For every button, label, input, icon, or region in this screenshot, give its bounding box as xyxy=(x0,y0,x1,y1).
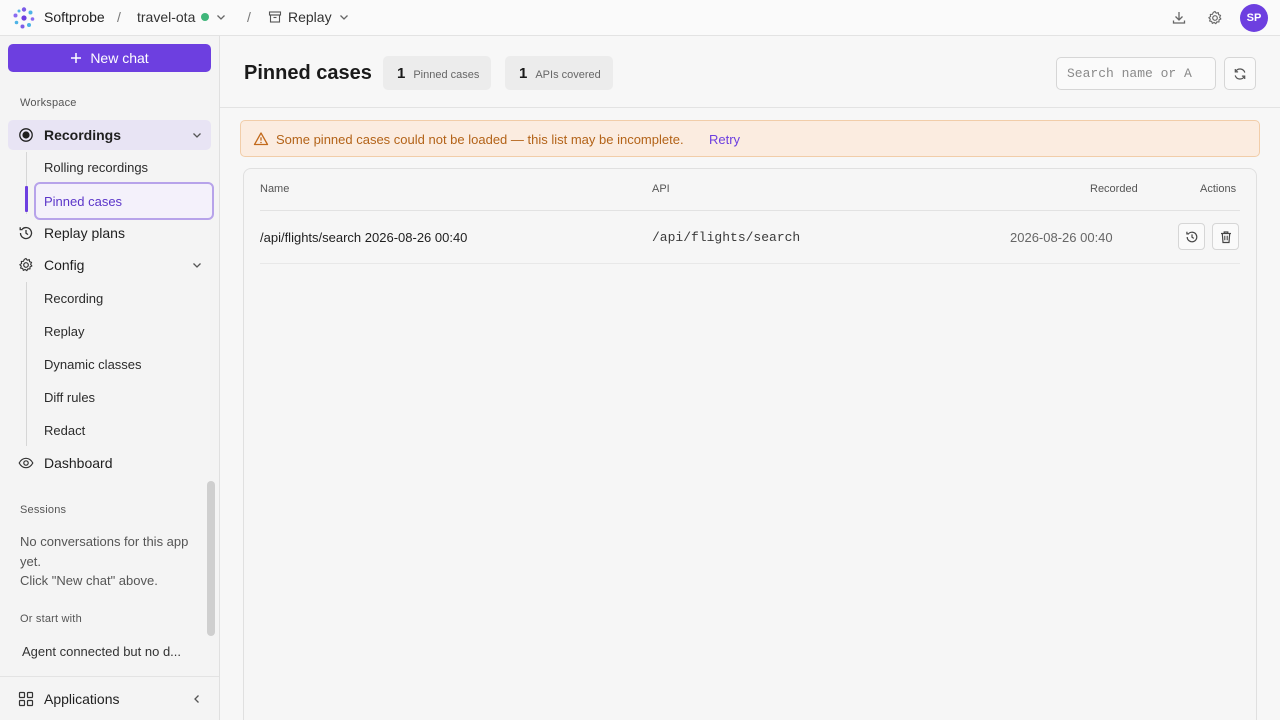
top-bar: Softprobe / travel-ota / Replay SP xyxy=(0,0,1280,36)
app-status-dot xyxy=(201,13,210,21)
stat-value: 1 xyxy=(519,64,528,82)
sidebar-item-label: Replay plans xyxy=(44,225,125,241)
sidebar-item-label: Config xyxy=(44,257,85,273)
case-api: /api/flights/search xyxy=(652,230,801,245)
sidebar-item-redact[interactable]: Redact xyxy=(34,412,214,448)
settings-button[interactable] xyxy=(1204,7,1226,29)
sidebar-item-config-replay[interactable]: Replay xyxy=(34,313,214,349)
sidebar-item-label: Dashboard xyxy=(44,455,113,471)
search-input[interactable] xyxy=(1056,57,1216,90)
chevron-down-icon xyxy=(193,263,201,268)
new-chat-button[interactable]: New chat xyxy=(8,44,211,72)
divider xyxy=(260,210,1240,211)
gear-icon xyxy=(19,257,33,272)
column-header-api[interactable]: API xyxy=(652,183,670,195)
page-header: Pinned cases 1 Pinned cases 1 APIs cover… xyxy=(220,36,1280,108)
column-header-actions: Actions xyxy=(1200,183,1237,195)
sidebar-item-pinned-cases[interactable]: Pinned cases xyxy=(34,182,214,220)
eye-icon xyxy=(18,457,34,469)
sidebar-item-config-recording[interactable]: Recording xyxy=(34,280,214,316)
stat-pinned-cases: 1 Pinned cases xyxy=(383,56,492,90)
case-recorded: 2026-08-26 00:40 xyxy=(1010,230,1113,245)
pinned-cases-table: Name API Recorded Actions /api/flights/s… xyxy=(243,168,1257,720)
archive-icon xyxy=(268,11,282,23)
refresh-icon xyxy=(1234,67,1246,80)
sessions-empty-message: No conversations for this app yet. Click… xyxy=(20,532,195,591)
sidebar-item-dashboard[interactable]: Dashboard xyxy=(8,448,211,478)
new-chat-label: New chat xyxy=(90,50,149,66)
brand-name: Softprobe xyxy=(44,9,105,25)
chevron-down-icon xyxy=(339,15,348,20)
divider xyxy=(260,263,1240,264)
chevron-down-icon xyxy=(193,133,201,138)
column-header-name[interactable]: Name xyxy=(260,183,289,195)
sidebar-item-replay-plans[interactable]: Replay plans xyxy=(8,218,211,248)
stat-value: 1 xyxy=(397,64,406,82)
gear-icon xyxy=(1208,10,1222,25)
grid-icon xyxy=(18,691,34,707)
collapse-sidebar-icon[interactable] xyxy=(191,693,203,705)
warning-text: Some pinned cases could not be loaded — … xyxy=(276,132,684,147)
sidebar-item-label: Applications xyxy=(44,691,120,707)
breadcrumb-separator: / xyxy=(247,9,251,25)
refresh-button[interactable] xyxy=(1224,57,1256,90)
retry-link[interactable]: Retry xyxy=(709,132,740,147)
trash-icon xyxy=(1220,230,1231,243)
section-selector[interactable]: Replay xyxy=(268,9,350,25)
softprobe-logo-icon[interactable] xyxy=(12,6,36,30)
download-icon xyxy=(1172,12,1186,24)
sidebar-item-diff-rules[interactable]: Diff rules xyxy=(34,379,214,415)
sidebar-item-rolling-recordings[interactable]: Rolling recordings xyxy=(34,149,214,185)
plus-icon xyxy=(71,53,82,63)
breadcrumb-separator: / xyxy=(117,9,121,25)
sidebar-item-label: Recordings xyxy=(44,127,122,143)
sidebar-item-dynamic-classes[interactable]: Dynamic classes xyxy=(34,346,214,382)
stat-label: Pinned cases xyxy=(413,68,480,81)
app-selector[interactable]: travel-ota xyxy=(137,9,227,25)
divider xyxy=(0,676,219,677)
history-icon xyxy=(1185,231,1197,242)
case-name[interactable]: /api/flights/search 2026-08-26 00:40 xyxy=(260,230,467,245)
sidebar-scrollbar[interactable] xyxy=(207,481,215,636)
sidebar-item-config[interactable]: Config xyxy=(8,250,211,280)
page-title: Pinned cases xyxy=(244,62,372,84)
stat-apis-covered: 1 APIs covered xyxy=(505,56,613,90)
chevron-down-icon xyxy=(217,15,226,20)
sessions-label: Sessions xyxy=(20,504,67,516)
sidebar: New chat Workspace Recordings Rolling re… xyxy=(0,36,220,720)
section-name: Replay xyxy=(288,9,332,25)
tree-line xyxy=(26,282,27,446)
sessions-empty-line: No conversations for this app yet. xyxy=(20,534,189,569)
download-button[interactable] xyxy=(1168,7,1190,29)
start-with-label: Or start with xyxy=(20,613,82,625)
delete-case-button[interactable] xyxy=(1212,223,1239,250)
sidebar-item-recordings[interactable]: Recordings xyxy=(8,120,211,150)
warning-icon xyxy=(253,132,269,146)
sidebar-item-applications[interactable]: Applications xyxy=(8,684,211,714)
start-with-suggestion[interactable]: Agent connected but no d... xyxy=(22,644,181,659)
workspace-label: Workspace xyxy=(20,97,77,109)
app-name: travel-ota xyxy=(137,9,196,25)
sessions-empty-hint: Click "New chat" above. xyxy=(20,573,158,588)
stat-label: APIs covered xyxy=(535,68,601,81)
avatar[interactable]: SP xyxy=(1240,4,1268,32)
tree-active-indicator xyxy=(25,186,28,212)
warning-banner: Some pinned cases could not be loaded — … xyxy=(240,120,1260,157)
replay-case-button[interactable] xyxy=(1178,223,1205,250)
history-icon xyxy=(19,226,33,240)
column-header-recorded[interactable]: Recorded xyxy=(1090,183,1138,195)
record-icon xyxy=(19,128,33,142)
